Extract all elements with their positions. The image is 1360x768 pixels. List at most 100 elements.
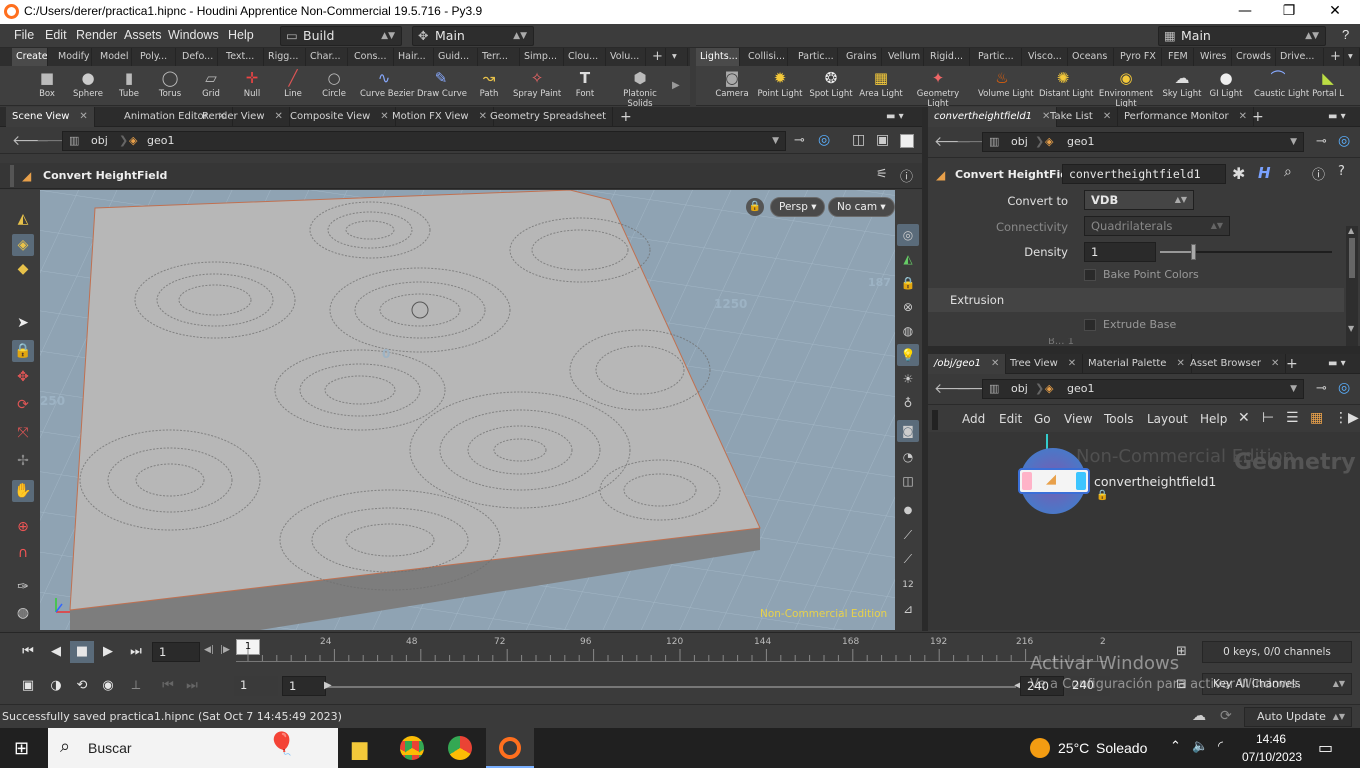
- chevron-up-icon[interactable]: ⌃: [1170, 739, 1181, 754]
- display-mode-icon[interactable]: ◎: [897, 224, 919, 246]
- shelf-tab[interactable]: Cons...: [350, 48, 394, 66]
- camera-lock-icon[interactable]: 🔒: [746, 198, 764, 216]
- brush-icon[interactable]: ✑: [12, 576, 34, 598]
- shelf-tab[interactable]: Poly...: [136, 48, 176, 66]
- play-forward-button[interactable]: ▶: [96, 641, 120, 663]
- tool-platonic-solids[interactable]: ⬢ Platonic Solids: [616, 66, 664, 109]
- houdini-taskbar-button[interactable]: [486, 728, 534, 768]
- scroll-up-icon[interactable]: ▲: [1348, 226, 1354, 235]
- grid-toggle-icon[interactable]: ⊗: [897, 296, 919, 318]
- snapshot-icon[interactable]: ◫: [897, 470, 919, 492]
- extrude-base-checkbox[interactable]: [1084, 319, 1096, 331]
- jump-to-start-button[interactable]: ⏮: [16, 641, 40, 663]
- step-forward-icon[interactable]: |▶: [220, 645, 230, 655]
- viewport-options-icon[interactable]: ⚟: [876, 167, 888, 182]
- pose-icon[interactable]: ✢: [12, 450, 34, 472]
- tab-tree-view[interactable]: Tree View ✕: [1004, 354, 1084, 374]
- info-icon[interactable]: ⓘ: [1312, 164, 1325, 183]
- list-icon[interactable]: ☰: [1286, 410, 1299, 426]
- stop-button[interactable]: ■: [70, 641, 94, 663]
- chrome-profile-icon[interactable]: [448, 736, 472, 760]
- shelf-menu-icon[interactable]: ▾: [1344, 48, 1360, 66]
- close-icon[interactable]: ✕: [991, 358, 999, 369]
- close-button[interactable]: ✕: [1312, 0, 1358, 24]
- background-color-swatch[interactable]: [900, 134, 914, 148]
- scroll-down-icon[interactable]: ▼: [1348, 324, 1354, 333]
- network-main-select[interactable]: ✥ Main ▲▼: [412, 26, 534, 46]
- param-path-field[interactable]: ▥ obj ❯ ◈ geo1 ▼: [982, 132, 1304, 152]
- volume-icon[interactable]: 🔈: [1192, 739, 1208, 754]
- network-path-field[interactable]: ▥ obj ❯ ◈ geo1 ▼: [982, 379, 1304, 399]
- network-menu-tools[interactable]: Tools: [1104, 412, 1134, 426]
- minimize-button[interactable]: —: [1222, 0, 1268, 24]
- network-menu-go[interactable]: Go: [1034, 412, 1051, 426]
- select-tool-icon[interactable]: ◭: [12, 208, 34, 230]
- shelf-tab[interactable]: Grains: [842, 48, 882, 66]
- network-menu-layout[interactable]: Layout: [1147, 412, 1188, 426]
- gear-icon[interactable]: ✱: [1232, 164, 1245, 183]
- tool-volume-light[interactable]: ♨ Volume Light: [978, 66, 1034, 106]
- point-display-icon[interactable]: ●: [897, 500, 919, 522]
- menu-assets[interactable]: Assets: [124, 28, 162, 42]
- notifications-icon[interactable]: ▭: [1318, 738, 1333, 757]
- shelf-tab[interactable]: Modify: [54, 48, 92, 66]
- audio-icon[interactable]: ◑: [44, 675, 68, 697]
- shelf-tab[interactable]: Vellum: [884, 48, 924, 66]
- tool-area-light[interactable]: ▦ Area Light: [857, 66, 905, 106]
- snapshot-icon[interactable]: ▣: [876, 132, 889, 148]
- auto-update-select[interactable]: Auto Update ▲▼: [1244, 707, 1352, 727]
- lock-icon[interactable]: 🔒: [12, 340, 34, 362]
- tool-geometry-light[interactable]: ✦ Geometry Light: [914, 66, 962, 109]
- tool-path[interactable]: ↝ Path: [465, 66, 513, 106]
- search-icon[interactable]: ⌕: [1284, 164, 1292, 180]
- shelf-tab[interactable]: Visco...: [1024, 48, 1068, 66]
- density-slider-handle[interactable]: [1191, 244, 1197, 260]
- handle-tool-icon[interactable]: ◆: [12, 258, 34, 280]
- taskbar-search-box[interactable]: ⌕ Buscar 🎈: [48, 728, 338, 768]
- more-icon[interactable]: ⋮▶: [1334, 410, 1359, 426]
- scale-icon[interactable]: ⤧: [12, 422, 34, 444]
- snap-icon[interactable]: ⊕: [12, 516, 34, 538]
- shelf-tab[interactable]: FEM: [1164, 48, 1194, 66]
- shelf-tab[interactable]: Crowds: [1232, 48, 1276, 66]
- shelf-tab[interactable]: Partic...: [794, 48, 838, 66]
- close-icon[interactable]: ✕: [1271, 358, 1279, 369]
- shelf-menu-icon[interactable]: ▾: [668, 48, 688, 66]
- add-tab-icon[interactable]: +: [1246, 107, 1270, 127]
- tool-draw-curve[interactable]: ✎ Draw Curve: [417, 66, 467, 106]
- tool-spot-light[interactable]: ❂ Spot Light: [807, 66, 855, 106]
- menu-file[interactable]: File: [14, 28, 34, 42]
- scene-viewport[interactable]: 1250 0 250 187 🔒 Persp ▾ No cam ▾ Non-Co…: [40, 190, 895, 630]
- tab-performance-monitor[interactable]: Performance Monitor ✕: [1118, 107, 1254, 127]
- tab-scene-view[interactable]: Scene View ✕: [6, 107, 95, 127]
- network-menu-view[interactable]: View: [1064, 412, 1092, 426]
- tree-layout-icon[interactable]: ⊢: [1262, 410, 1274, 426]
- step-back-icon[interactable]: ◀|: [204, 645, 214, 655]
- node-name-field[interactable]: convertheightfield1: [1062, 164, 1226, 184]
- weather-condition[interactable]: Soleado: [1096, 740, 1147, 756]
- tab-motion-fx-view[interactable]: Motion FX View ✕: [386, 107, 494, 127]
- color-palette-icon[interactable]: ▦: [1310, 410, 1323, 426]
- shelf-tab[interactable]: Simp...: [520, 48, 564, 66]
- file-explorer-icon[interactable]: ▆: [352, 736, 367, 760]
- close-icon[interactable]: ✕: [275, 111, 283, 122]
- pin-icon[interactable]: ⊸: [1316, 381, 1327, 396]
- guide-icon[interactable]: ◔: [897, 446, 919, 468]
- next-key-icon[interactable]: ⏭: [180, 675, 204, 697]
- jump-to-end-button[interactable]: ⏭: [124, 641, 148, 663]
- scroll-thumb[interactable]: [1349, 238, 1355, 278]
- shelf-tab[interactable]: Oceans: [1068, 48, 1114, 66]
- shelf-tab[interactable]: Hair...: [394, 48, 434, 66]
- target-icon[interactable]: ◎: [1338, 380, 1350, 396]
- shelf-tab[interactable]: Defo...: [178, 48, 218, 66]
- tool-environment-light[interactable]: ◉ Environment Light: [1099, 66, 1153, 109]
- tab-composite-view[interactable]: Composite View ✕: [284, 107, 396, 127]
- menu-windows[interactable]: Windows: [168, 28, 219, 42]
- shelf-tab[interactable]: Pyro FX: [1116, 48, 1162, 66]
- normal-display-icon[interactable]: ⟋: [897, 524, 919, 546]
- density-field[interactable]: 1: [1084, 242, 1156, 262]
- node-display-flag[interactable]: [1076, 472, 1086, 490]
- help-circle-icon[interactable]: ⓘ: [900, 166, 913, 185]
- play-reverse-button[interactable]: ◀: [44, 641, 68, 663]
- target-icon[interactable]: ◎: [1338, 133, 1350, 149]
